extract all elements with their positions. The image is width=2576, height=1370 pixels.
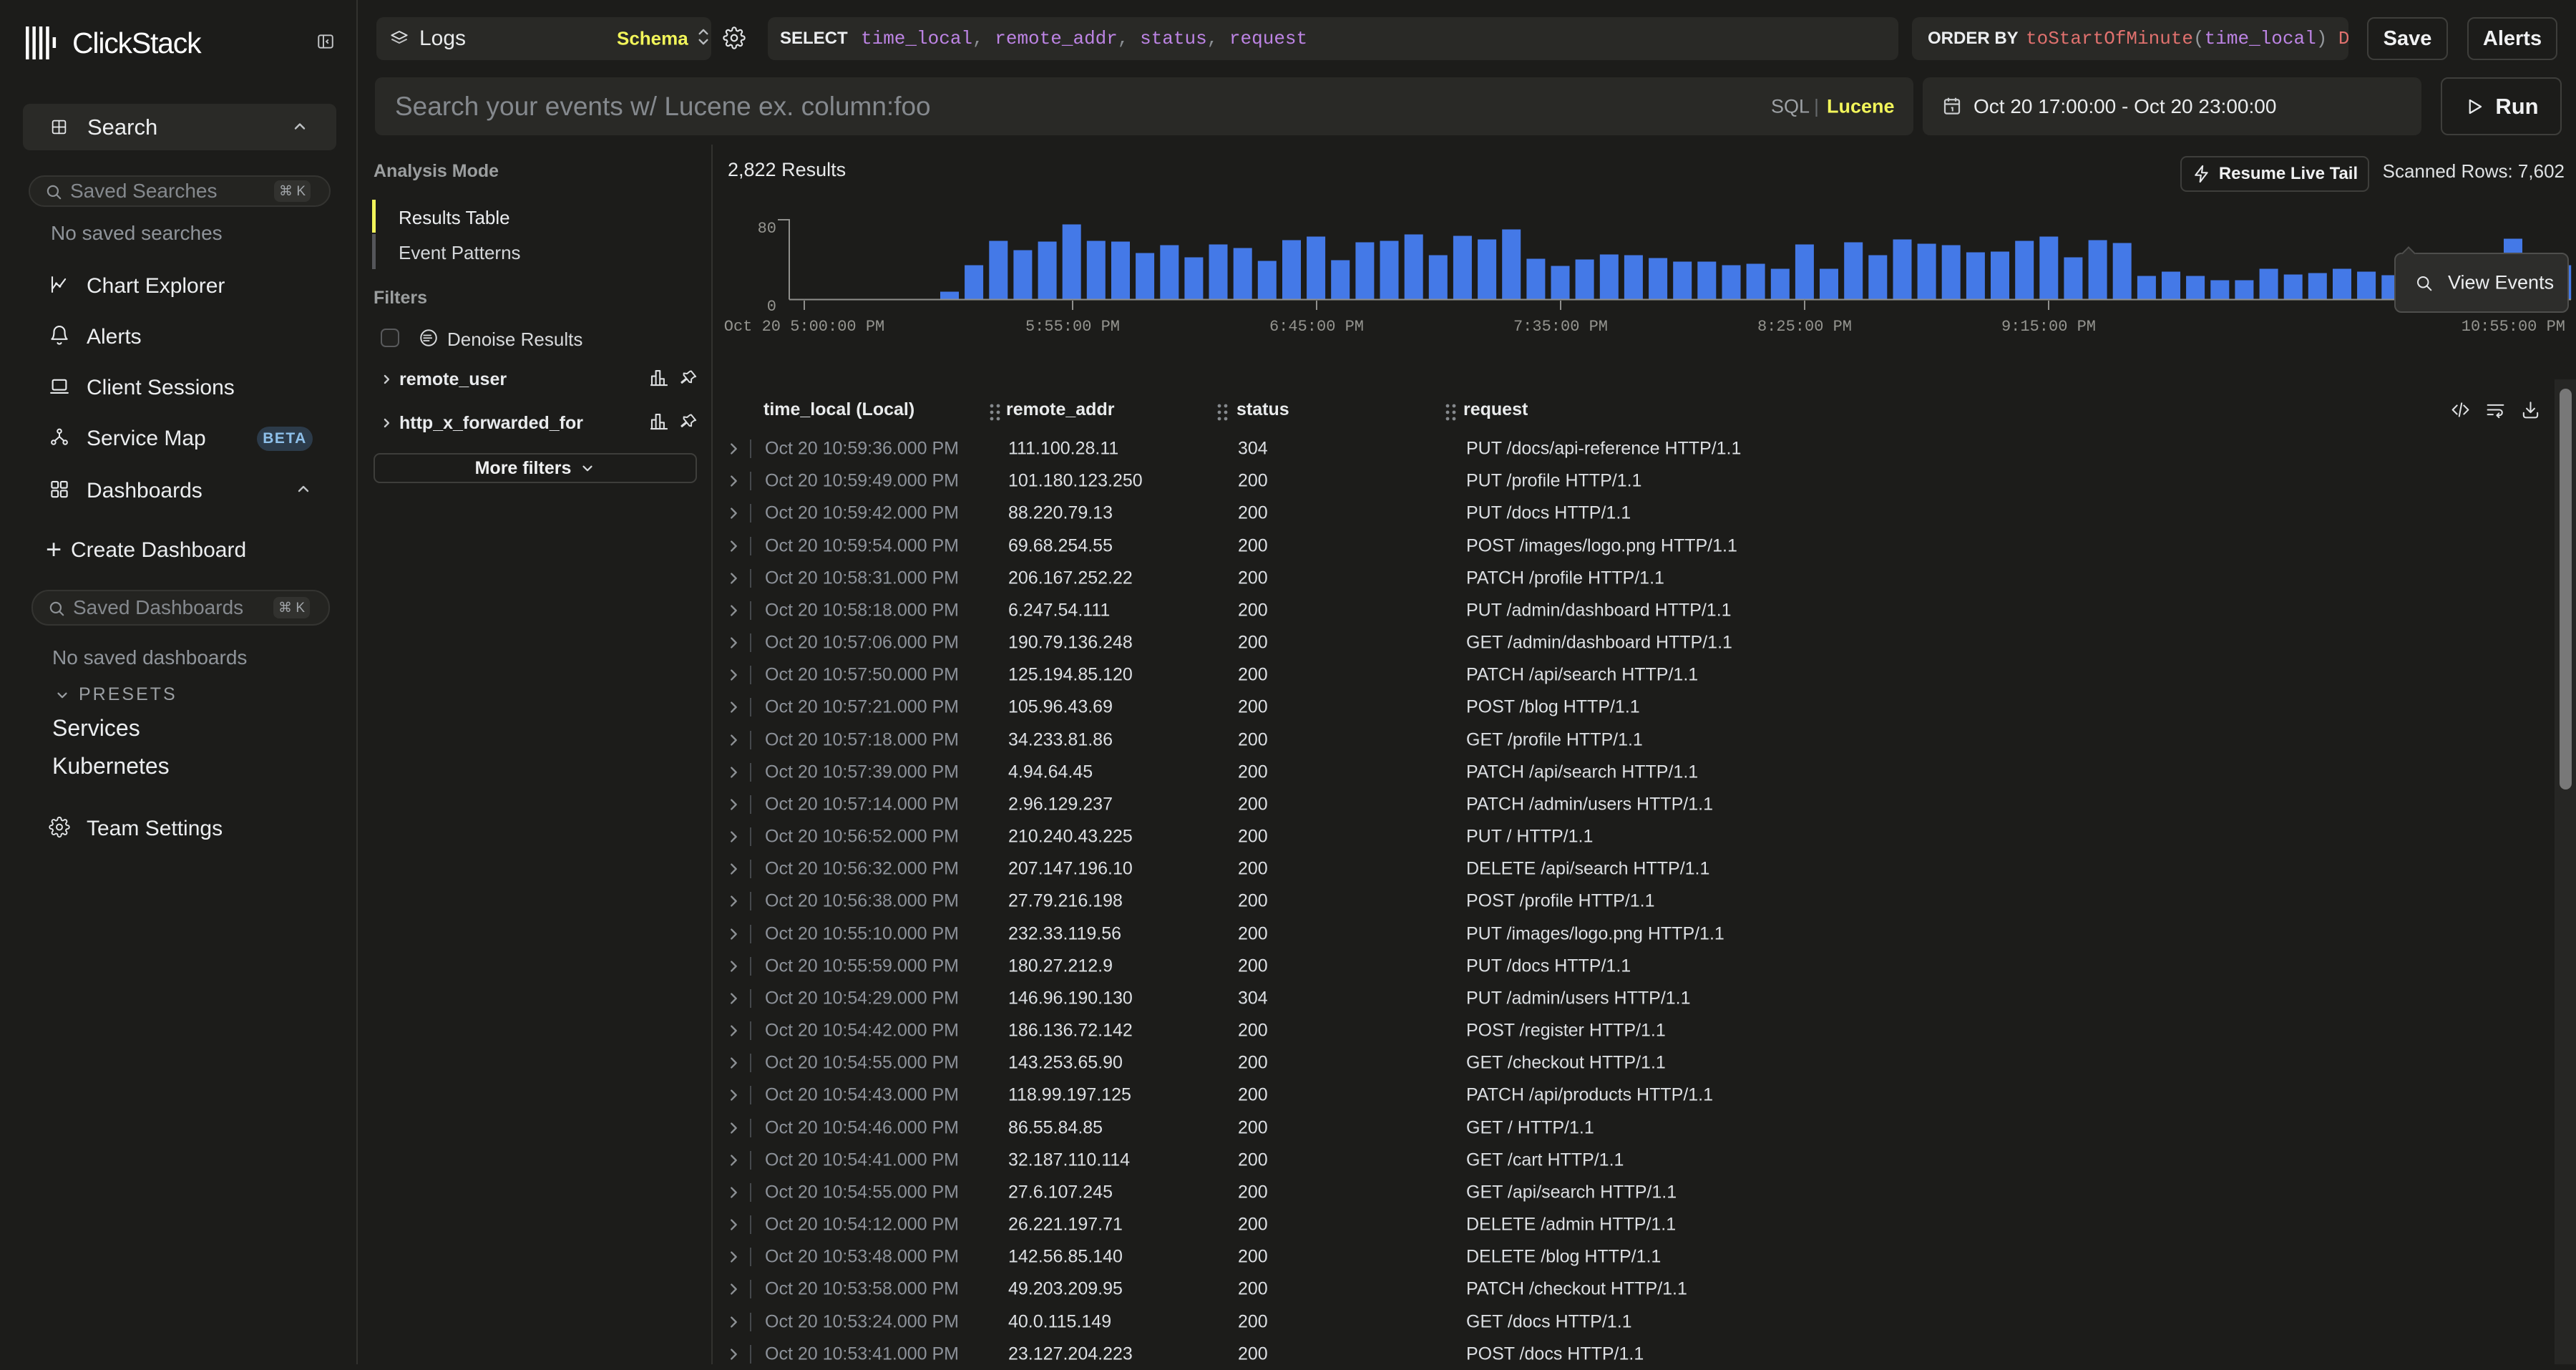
svg-text:6:45:00 PM: 6:45:00 PM	[1269, 318, 1364, 336]
svg-text:0: 0	[767, 298, 776, 316]
svg-text:8:25:00 PM: 8:25:00 PM	[1757, 318, 1852, 336]
svg-text:5:55:00 PM: 5:55:00 PM	[1025, 318, 1120, 336]
svg-text:Oct 20 5:00:00 PM: Oct 20 5:00:00 PM	[724, 318, 884, 336]
svg-text:80: 80	[758, 220, 776, 238]
svg-text:9:15:00 PM: 9:15:00 PM	[2001, 318, 2096, 336]
svg-text:10:55:00 PM: 10:55:00 PM	[2462, 318, 2565, 336]
svg-text:7:35:00 PM: 7:35:00 PM	[1513, 318, 1608, 336]
